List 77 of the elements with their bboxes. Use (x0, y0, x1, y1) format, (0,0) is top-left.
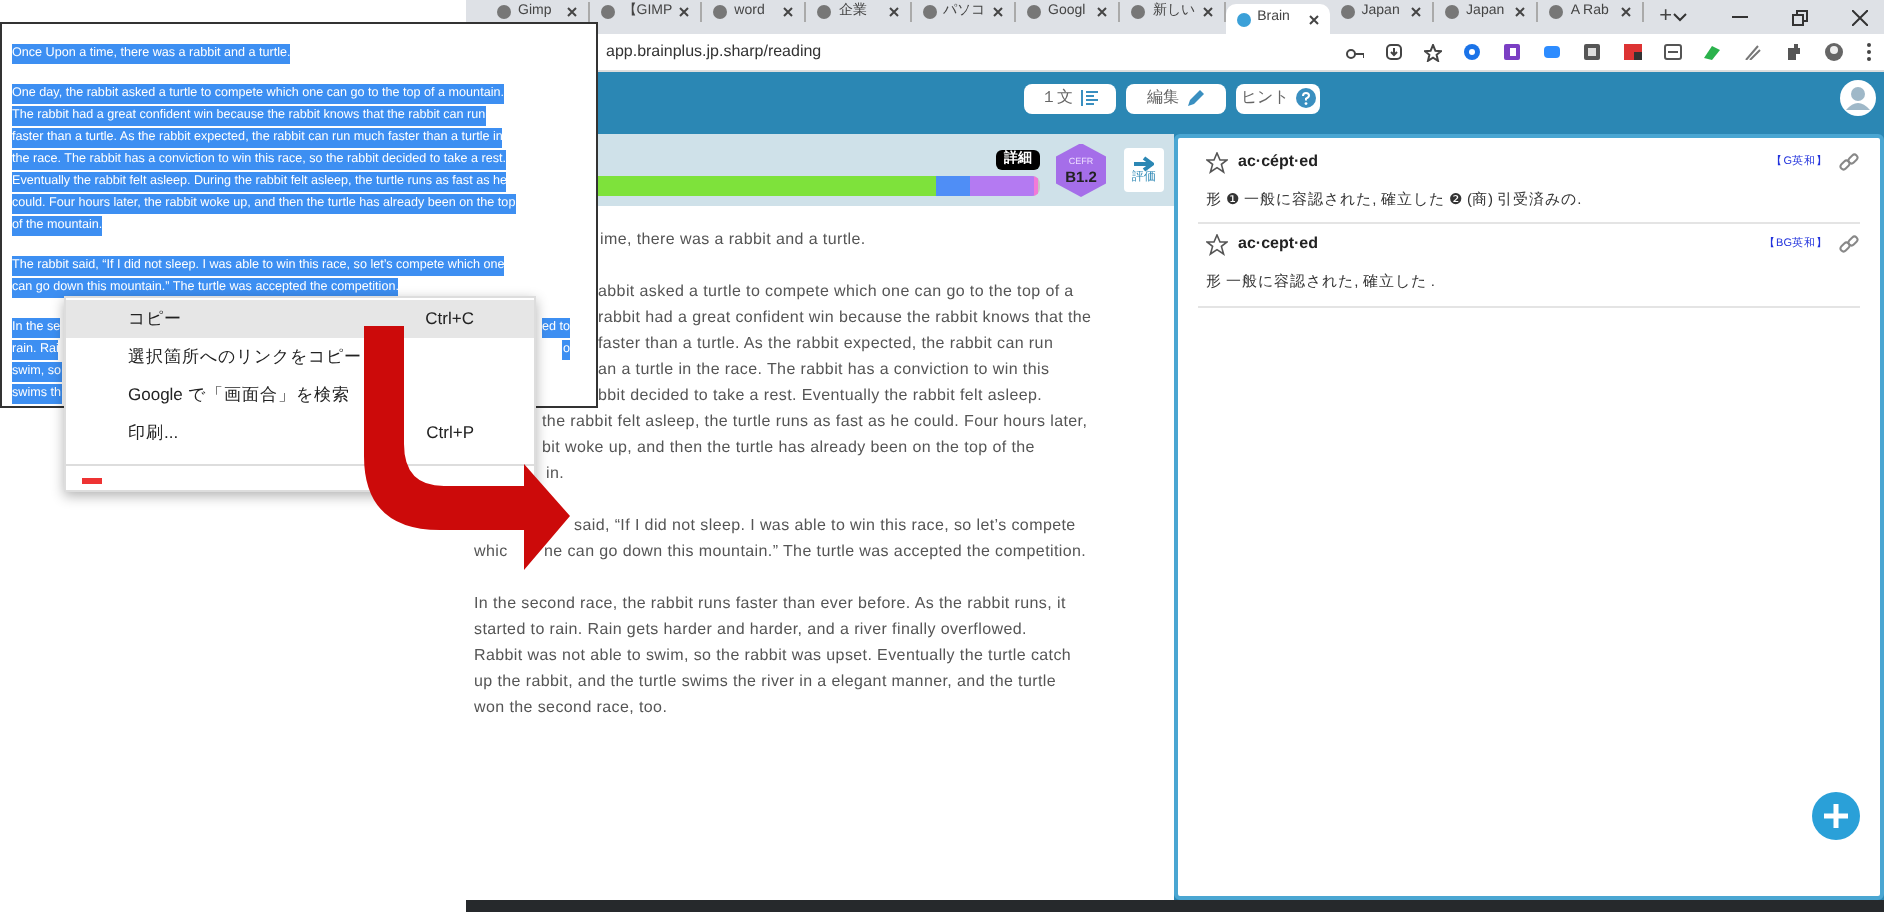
minimize-icon[interactable] (1732, 16, 1749, 18)
restore-icon[interactable] (1792, 9, 1809, 25)
key-icon[interactable] (1346, 45, 1364, 59)
site-icon (1130, 4, 1147, 20)
arrow-right-icon (1134, 156, 1154, 172)
close-icon[interactable] (1307, 13, 1320, 25)
extension-icon[interactable] (1584, 44, 1602, 60)
star-icon[interactable] (1424, 43, 1442, 61)
close-icon[interactable] (1201, 6, 1214, 18)
text-line: the rabbit felt asleep, the turtle runs as fast as he could. Four hours later, (542, 409, 1088, 433)
install-icon[interactable] (1386, 44, 1402, 60)
close-icon[interactable] (1619, 6, 1632, 18)
site-icon (600, 4, 617, 20)
help-icon (1295, 88, 1315, 108)
star-icon[interactable] (1206, 151, 1228, 173)
text-line: up the rabbit, and the turtle swims the river in a elegant manner, and the turtle (474, 669, 1057, 693)
link-icon[interactable] (1838, 151, 1860, 173)
site-icon (496, 4, 512, 20)
headword: ac·cépt·ed (1238, 150, 1319, 174)
close-icon[interactable] (678, 6, 691, 18)
menu-item[interactable]: 印刷... Ctrl+P (66, 414, 534, 452)
close-icon[interactable] (566, 6, 579, 18)
text-line: faster than a turtle. As the rabbit expected, the rabbit can run (598, 331, 1054, 355)
profile-icon[interactable] (1824, 42, 1844, 62)
text-line: whic (474, 539, 510, 563)
site-icon (1026, 4, 1043, 20)
text-line: Rabbit was not able to swim, so the rabbit was upset. Eventually the turtle catch (474, 643, 1072, 667)
menu-item[interactable]: Google で「画面合」を検索 (66, 376, 534, 414)
menu-item[interactable]: 選択箇所へのリンクをコピー (66, 338, 534, 376)
toolbar-button[interactable]: 編集 (1126, 83, 1226, 113)
extension-icon[interactable] (1504, 44, 1522, 60)
close-icon[interactable] (992, 6, 1005, 18)
text-line: ime, there was a rabbit and a turtle. (600, 227, 866, 251)
text-line: bbit decided to take a rest. Eventually the rabbit felt asleep. (598, 383, 1043, 407)
text-line: abbit asked a turtle to compete which one can go to the top of a (598, 279, 1074, 303)
close-icon[interactable] (1852, 9, 1869, 25)
url-text[interactable]: app.brainplus.jp.sharp/reading (606, 40, 822, 64)
new-tab-button[interactable]: + (1659, 6, 1673, 28)
close-icon[interactable] (1096, 6, 1109, 18)
site-icon (1444, 4, 1461, 20)
star-icon[interactable] (1206, 233, 1228, 256)
site-icon (1339, 4, 1356, 20)
site-icon (1235, 11, 1252, 27)
list-icon (1079, 88, 1099, 108)
site-icon (816, 4, 833, 20)
toolbar-button[interactable]: ヒント (1236, 83, 1320, 113)
headword: ac·cept·ed (1238, 232, 1319, 257)
text-line: said, “If I did not sleep. I was able to win this race, so let’s compete (574, 513, 1076, 537)
extension-icon[interactable] (1464, 44, 1482, 60)
add-icon[interactable] (1812, 792, 1860, 840)
text-line: an a turtle in the race. The rabbit has a conviction to win this (598, 357, 1050, 381)
extension-icon[interactable] (1544, 44, 1562, 60)
text-line: In the second race, the rabbit runs faster than ever before. As the rabbit runs, it (474, 591, 1066, 615)
close-icon[interactable] (887, 6, 900, 18)
chevron-down-icon[interactable] (1672, 12, 1689, 22)
shortcut-text: Ctrl+C (425, 306, 474, 332)
shortcut-text: Ctrl+P (426, 420, 474, 446)
site-icon (712, 4, 729, 20)
close-icon[interactable] (1514, 6, 1527, 18)
close-icon[interactable] (782, 6, 795, 18)
avatar-icon[interactable] (1840, 80, 1876, 116)
text-line: bit woke up, and then the turtle has already been on the top of the (542, 435, 1035, 459)
link-icon[interactable] (1838, 233, 1860, 256)
extension-icon[interactable] (1744, 44, 1762, 60)
text-line: won the second race, too. (474, 695, 668, 719)
extension-icon[interactable] (1784, 44, 1802, 60)
text-line: in. (546, 461, 565, 485)
site-icon (1548, 4, 1565, 20)
text-line: started to rain. Rain gets harder and harder, and a river finally overflowed. (474, 617, 1027, 641)
text-line: rabbit had a great confident win because the rabbit knows that the (598, 305, 1092, 329)
pencil-icon (1185, 88, 1205, 108)
toolbar-button[interactable]: １文 (1024, 83, 1116, 113)
extension-icon[interactable] (1664, 44, 1682, 60)
text-line: ne can go down this mountain.” The turtle was accepted the competition. (544, 539, 1087, 563)
menu-item[interactable]: コピー Ctrl+C (66, 300, 534, 338)
site-icon (921, 4, 938, 20)
close-icon[interactable] (1410, 6, 1423, 18)
